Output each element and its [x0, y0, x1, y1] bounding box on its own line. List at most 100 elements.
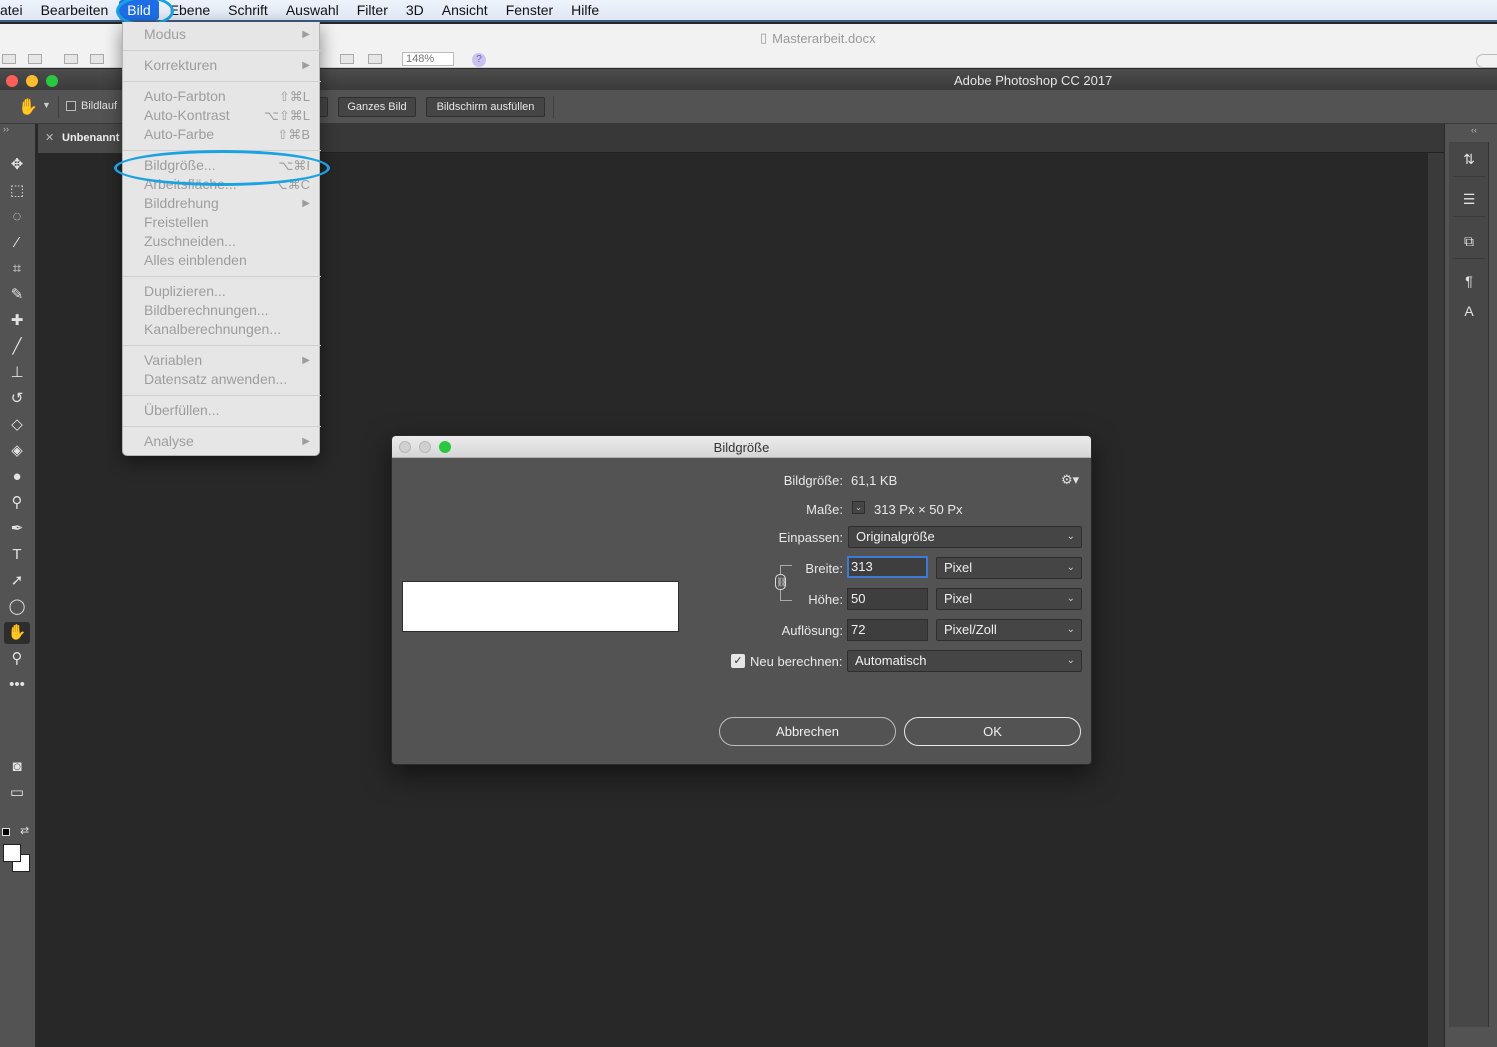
menu-item-label: Auto-Farbe [144, 126, 215, 142]
menu-item-auto-kontrast[interactable]: Auto-Kontrast ⌥⇧⌘L [123, 106, 321, 125]
breite-input[interactable]: 313 [847, 556, 928, 578]
paint-bucket-tool-icon[interactable]: ◈ [4, 440, 30, 462]
dodge-tool-icon[interactable]: ⚲ [4, 492, 30, 514]
aufloesung-input[interactable]: 72 [847, 619, 928, 641]
eraser-tool-icon[interactable]: ◇ [4, 414, 30, 436]
bildgroesse-value: 61,1 KB [851, 473, 898, 488]
canvas-scrollbar[interactable] [1428, 153, 1444, 1047]
hoehe-input[interactable]: 50 [847, 588, 928, 610]
marquee-tool-icon[interactable]: ⬚ [4, 180, 30, 202]
ok-button[interactable]: OK [904, 717, 1081, 746]
bildlauf-checkbox[interactable] [66, 101, 76, 111]
zoom-window-button[interactable] [46, 75, 58, 87]
document-icon: ▯ [760, 30, 768, 45]
menu-item-auto-farbton[interactable]: Auto-Farbton ⇧⌘L [123, 87, 321, 106]
clone-stamp-tool-icon[interactable]: ⊥ [4, 362, 30, 384]
menu-item-alles-einblenden[interactable]: Alles einblenden [123, 251, 321, 270]
close-window-button[interactable] [6, 75, 18, 87]
minimize-window-button[interactable] [26, 75, 38, 87]
menu-auswahl[interactable]: Auswahl [277, 0, 348, 21]
neu-berechnen-select[interactable]: Automatisch ⌄ [847, 650, 1082, 672]
close-tab-icon[interactable]: ✕ [45, 131, 54, 144]
ellipse-tool-icon[interactable]: ◯ [4, 596, 30, 618]
properties-panel-icon[interactable]: ⧉ [1458, 230, 1480, 252]
lasso-tool-icon[interactable]: ◌ [4, 206, 30, 228]
cancel-button[interactable]: Abbrechen [719, 717, 896, 746]
type-tool-icon[interactable]: T [4, 544, 30, 566]
hoehe-unit-select[interactable]: Pixel ⌄ [936, 588, 1082, 610]
menu-item-duplizieren[interactable]: Duplizieren... [123, 282, 321, 301]
menu-ansicht[interactable]: Ansicht [433, 0, 497, 21]
word-copy-icon[interactable] [90, 54, 104, 64]
collapse-panel-icon[interactable]: ›› [3, 124, 9, 134]
brush-tool-icon[interactable]: ╱ [4, 336, 30, 358]
word-print-icon[interactable] [28, 54, 42, 64]
more-tools-icon[interactable]: ••• [4, 674, 30, 696]
menu-schrift[interactable]: Schrift [219, 0, 277, 21]
word-search-field[interactable] [1476, 54, 1497, 68]
menu-item-bildberechnungen[interactable]: Bildberechnungen... [123, 301, 321, 320]
pen-tool-icon[interactable]: ✒ [4, 518, 30, 540]
hand-tool-icon[interactable]: ✋ [4, 622, 30, 644]
ganzes-bild-button[interactable]: Ganzes Bild [338, 97, 416, 117]
word-cut-icon[interactable] [64, 54, 78, 64]
magic-wand-tool-icon[interactable]: ⁄ [4, 232, 30, 254]
menu-item-label: Duplizieren... [144, 283, 226, 299]
foreground-color-swatch[interactable] [3, 844, 21, 862]
history-panel-icon[interactable]: ⇅ [1458, 148, 1480, 170]
word-zoom-field[interactable]: 148% [402, 52, 454, 66]
healing-brush-tool-icon[interactable]: ✚ [4, 310, 30, 332]
blur-tool-icon[interactable]: ● [4, 466, 30, 488]
menu-item-modus[interactable]: Modus ▶ [123, 25, 321, 44]
paragraph-panel-icon[interactable]: ¶ [1458, 270, 1480, 292]
gear-icon[interactable]: ⚙▾ [1061, 472, 1079, 488]
help-icon[interactable]: ? [472, 53, 486, 67]
chain-link-icon[interactable]: ⛓ [775, 574, 787, 590]
menu-item-korrekturen[interactable]: Korrekturen ▶ [123, 56, 321, 75]
screen-mode-icon[interactable]: ▭ [4, 782, 30, 804]
menu-item-auto-farbe[interactable]: Auto-Farbe ⇧⌘B [123, 125, 321, 144]
menu-fenster[interactable]: Fenster [497, 0, 562, 21]
breite-unit-select[interactable]: Pixel ⌄ [936, 557, 1082, 579]
aufloesung-unit-select[interactable]: Pixel/Zoll ⌄ [936, 619, 1082, 641]
image-preview[interactable] [402, 581, 679, 632]
neu-berechnen-checkbox[interactable]: ✓ [731, 654, 745, 668]
default-colors-icon[interactable] [2, 828, 10, 836]
quick-mask-icon[interactable]: ◙ [4, 756, 30, 778]
eyedropper-tool-icon[interactable]: ✎ [4, 284, 30, 306]
path-selection-tool-icon[interactable]: ➚ [4, 570, 30, 592]
bildlauf-label: Bildlauf [81, 100, 118, 112]
menu-item-freistellen[interactable]: Freistellen [123, 213, 321, 232]
move-tool-icon[interactable]: ✥ [4, 154, 30, 176]
word-columns-icon[interactable] [368, 54, 382, 64]
collapse-panel-icon[interactable]: ‹‹ [1471, 125, 1477, 135]
menu-item-kanalberechnungen[interactable]: Kanalberechnungen... [123, 320, 321, 339]
einpassen-select[interactable]: Originalgröße ⌄ [848, 526, 1082, 548]
crop-tool-icon[interactable]: ⌗ [4, 258, 30, 280]
character-panel-icon[interactable]: A [1458, 300, 1480, 322]
word-table-icon[interactable] [340, 54, 354, 64]
divider [553, 96, 554, 118]
menu-3d[interactable]: 3D [397, 0, 433, 21]
einpassen-label: Einpassen: [778, 530, 843, 545]
menu-item-analyse[interactable]: Analyse ▶ [123, 432, 321, 451]
menu-item-variablen[interactable]: Variablen ▶ [123, 351, 321, 370]
menu-item-bilddrehung[interactable]: Bilddrehung ▶ [123, 194, 321, 213]
masse-unit-chevron-icon[interactable]: ⌄ [852, 501, 865, 514]
menu-item-zuschneiden[interactable]: Zuschneiden... [123, 232, 321, 251]
menu-bearbeiten[interactable]: Bearbeiten [32, 0, 118, 21]
menu-hilfe[interactable]: Hilfe [562, 0, 608, 21]
history-brush-tool-icon[interactable]: ↺ [4, 388, 30, 410]
layers-panel-icon[interactable]: ☰ [1458, 188, 1480, 210]
bildschirm-ausfuellen-button[interactable]: Bildschirm ausfüllen [426, 97, 545, 117]
word-save-icon[interactable] [2, 54, 16, 64]
menu-datei[interactable]: atei [0, 0, 32, 21]
menu-item-datensatz-anwenden[interactable]: Datensatz anwenden... [123, 370, 321, 389]
menu-item-ueberfuellen[interactable]: Überfüllen... [123, 401, 321, 420]
hand-tool-preset-icon[interactable]: ✋ [18, 97, 38, 117]
chevron-down-icon[interactable]: ▼ [42, 100, 51, 110]
zoom-tool-icon[interactable]: ⚲ [4, 648, 30, 670]
swap-colors-icon[interactable]: ⇄ [20, 824, 29, 837]
menu-filter[interactable]: Filter [348, 0, 397, 21]
menu-item-label: Bilddrehung [144, 195, 219, 211]
